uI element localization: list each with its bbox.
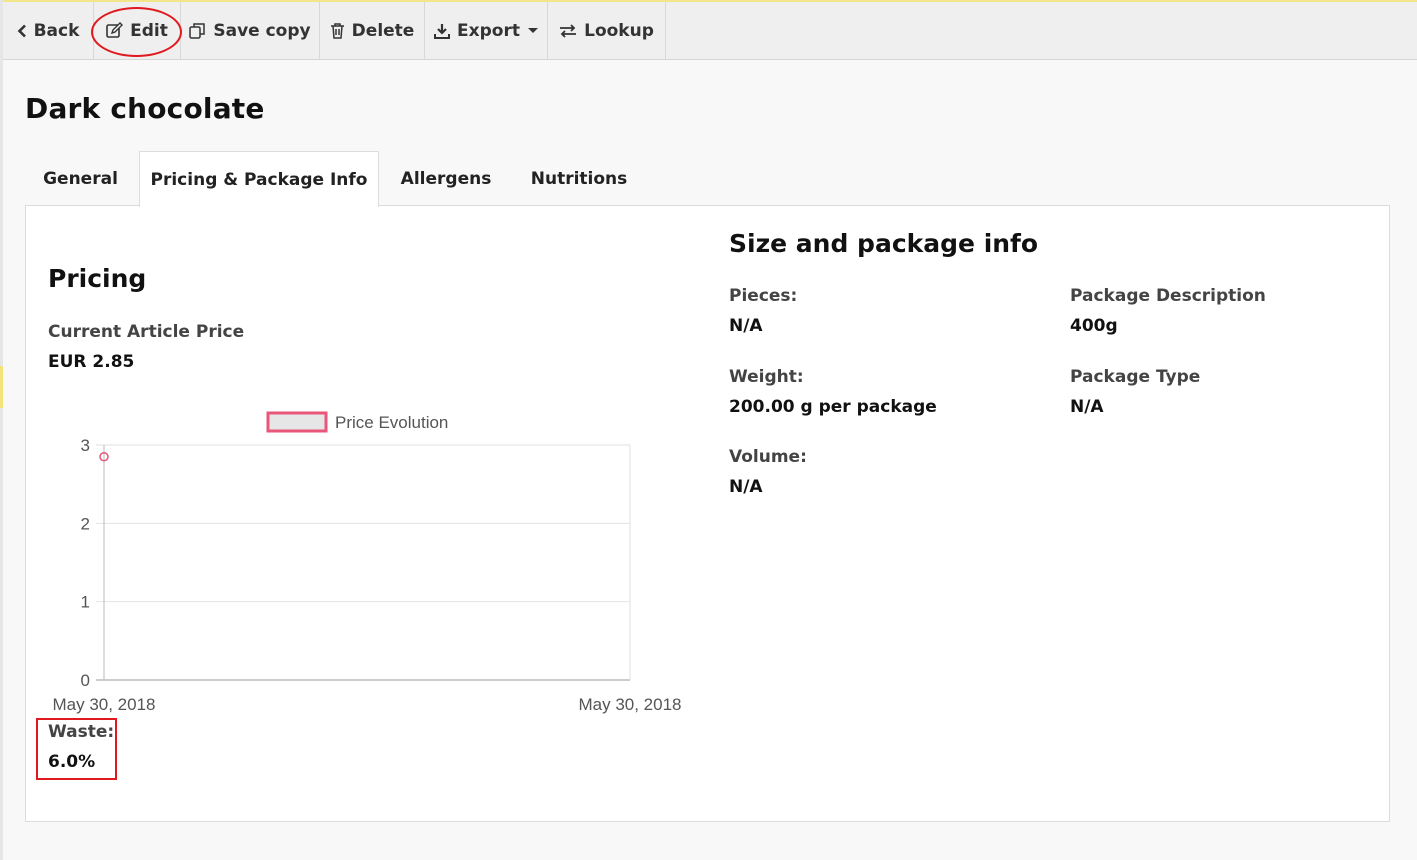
- lookup-label: Lookup: [584, 20, 654, 41]
- tab-general-label: General: [43, 168, 118, 189]
- edit-label: Edit: [130, 20, 168, 41]
- lookup-button[interactable]: Lookup: [548, 2, 666, 59]
- tab-nutritions-label: Nutritions: [530, 168, 628, 189]
- pricing-heading: Pricing: [48, 264, 147, 293]
- package-type-value: N/A: [1070, 397, 1104, 417]
- exchange-icon: [560, 23, 577, 38]
- copy-icon: [189, 23, 206, 39]
- x-tick-label: May 30, 2018: [578, 695, 681, 714]
- chevron-left-icon: [17, 24, 26, 37]
- package-description-label: Package Description: [1070, 286, 1266, 306]
- delete-button[interactable]: Delete: [320, 2, 425, 59]
- current-price-value: EUR 2.85: [48, 352, 135, 372]
- tab-nutritions[interactable]: Nutritions: [519, 151, 639, 206]
- left-border: [0, 0, 3, 860]
- y-tick-label: 2: [81, 514, 90, 533]
- waste-label: Waste:: [48, 722, 115, 742]
- save-copy-label: Save copy: [213, 20, 311, 41]
- weight-value: 200.00 g per package: [729, 397, 937, 417]
- export-dropdown-button[interactable]: Export: [425, 2, 548, 59]
- left-accent-mark: [0, 366, 3, 408]
- y-tick-label: 1: [81, 593, 90, 612]
- back-label: Back: [33, 20, 80, 41]
- legend-swatch: [266, 411, 328, 433]
- edit-button[interactable]: Edit: [94, 2, 181, 59]
- save-copy-button[interactable]: Save copy: [181, 2, 320, 59]
- edit-icon: [106, 22, 124, 38]
- delete-label: Delete: [351, 20, 415, 41]
- tab-general[interactable]: General: [25, 151, 136, 206]
- current-price-label: Current Article Price: [48, 322, 245, 342]
- tab-allergens-label: Allergens: [400, 168, 492, 189]
- x-tick-label: May 30, 2018: [52, 695, 155, 714]
- volume-value: N/A: [729, 477, 763, 497]
- pieces-value: N/A: [729, 316, 763, 336]
- package-type-label: Package Type: [1070, 367, 1201, 387]
- package-heading: Size and package info: [729, 229, 1039, 258]
- download-icon: [434, 23, 451, 39]
- back-button[interactable]: Back: [3, 2, 94, 59]
- tab-pricing-package-info[interactable]: Pricing & Package Info: [139, 151, 379, 207]
- tab-pricing-label: Pricing & Package Info: [150, 169, 368, 190]
- waste-value: 6.0%: [48, 752, 96, 772]
- legend-label: Price Evolution: [335, 413, 448, 432]
- trash-icon: [330, 23, 344, 39]
- tab-allergens[interactable]: Allergens: [389, 151, 503, 206]
- y-tick-label: 3: [81, 436, 90, 455]
- export-label: Export: [457, 20, 520, 41]
- y-tick-label: 0: [81, 671, 90, 690]
- weight-label: Weight:: [729, 367, 804, 387]
- volume-label: Volume:: [729, 447, 807, 467]
- price-evolution-chart: Price Evolution 0 1 2 3 May 30, 2018 May 30,…: [52, 411, 682, 714]
- chevron-down-icon: [527, 28, 538, 33]
- package-description-value: 400g: [1070, 316, 1118, 336]
- page-title: Dark chocolate: [25, 92, 265, 125]
- toolbar: Back Edit Save copy Delete Export Lookup: [3, 2, 1417, 60]
- pieces-label: Pieces:: [729, 286, 798, 306]
